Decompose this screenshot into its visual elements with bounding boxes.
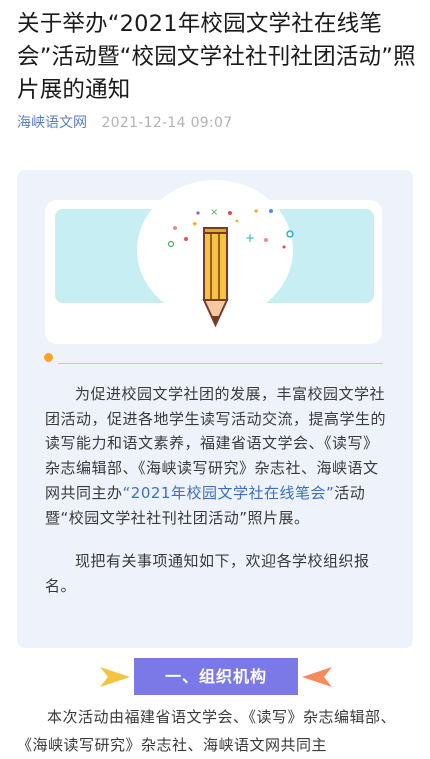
right-arrow-icon — [302, 667, 332, 687]
intro-paragraph: 为促进校园文学社团的发展，丰富校园文学社团活动，促进各地学生读写活动交流，提高学… — [45, 382, 390, 530]
svg-text:✦: ✦ — [191, 220, 199, 230]
divider-line — [58, 363, 383, 364]
notice-paragraph: 现把有关事项通知如下，欢迎各学校组织报名。 — [45, 552, 370, 595]
section-text: 本次活动由福建省语文学会、《读写》杂志编辑部、《海峡读写研究》杂志社、海峡语文网… — [17, 708, 397, 754]
bullet-dot — [44, 353, 53, 362]
section-heading: 一、组织机构 — [134, 658, 298, 695]
event-link[interactable]: “2021年校园文学社在线笔会” — [123, 484, 335, 502]
left-arrow-icon — [100, 667, 130, 687]
pencil-illustration: + × ✦ — [137, 180, 294, 328]
svg-text:×: × — [210, 207, 218, 218]
svg-text:+: + — [245, 231, 255, 245]
